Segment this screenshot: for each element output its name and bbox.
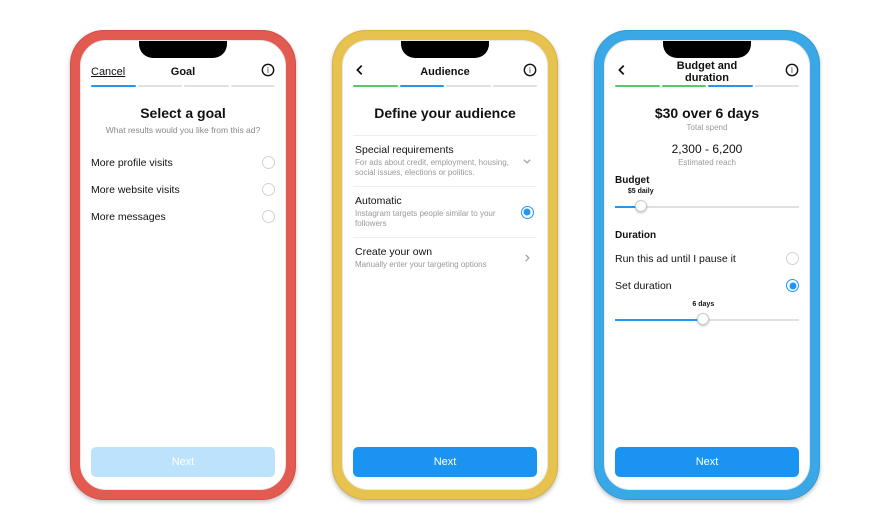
duration-option-set[interactable]: Set duration — [615, 272, 799, 299]
row-desc: Instagram targets people similar to your… — [355, 209, 519, 229]
content-goal: Select a goal What results would you lik… — [81, 93, 285, 439]
radio-icon — [262, 156, 275, 169]
option-label: Run this ad until I pause it — [615, 253, 736, 265]
heading: $30 over 6 days — [615, 105, 799, 121]
audience-row-automatic[interactable]: Automatic Instagram targets people simil… — [353, 186, 537, 237]
row-title: Special requirements — [355, 144, 519, 156]
goal-option-label: More profile visits — [91, 157, 173, 169]
next-button[interactable]: Next — [615, 447, 799, 477]
notch — [139, 40, 227, 58]
screen-budget: Budget and duration i $30 over 6 days To… — [604, 40, 810, 490]
next-button[interactable]: Next — [91, 447, 275, 477]
chevron-right-icon — [519, 253, 535, 263]
radio-icon — [262, 183, 275, 196]
heading: Select a goal — [91, 105, 275, 121]
option-label: Set duration — [615, 280, 672, 292]
svg-text:i: i — [791, 65, 794, 74]
info-icon[interactable]: i — [523, 63, 537, 82]
footer-audience: Next — [343, 439, 547, 489]
duration-slider-value: 6 days — [692, 301, 714, 308]
radio-icon — [262, 210, 275, 223]
progress-goal — [81, 85, 285, 93]
page-title: Goal — [135, 66, 231, 78]
row-title: Create your own — [355, 246, 519, 258]
goal-option-label: More website visits — [91, 184, 180, 196]
goal-option-messages[interactable]: More messages — [91, 203, 275, 230]
back-button[interactable] — [353, 63, 367, 82]
slider-thumb[interactable] — [635, 200, 647, 212]
budget-label: Budget — [615, 175, 799, 186]
footer-goal: Next — [81, 439, 285, 489]
radio-icon — [786, 279, 799, 292]
radio-icon — [519, 206, 535, 219]
audience-row-special[interactable]: Special requirements For ads about credi… — [353, 135, 537, 186]
page-title: Audience — [397, 66, 493, 78]
estimated-reach: 2,300 - 6,200 — [615, 142, 799, 156]
notch — [401, 40, 489, 58]
row-title: Automatic — [355, 195, 519, 207]
back-button[interactable] — [615, 63, 629, 82]
content-budget: $30 over 6 days Total spend 2,300 - 6,20… — [605, 93, 809, 439]
duration-option-pause[interactable]: Run this ad until I pause it — [615, 245, 799, 272]
goal-option-website-visits[interactable]: More website visits — [91, 176, 275, 203]
info-icon[interactable]: i — [785, 63, 799, 82]
budget-slider-value: $5 daily — [628, 188, 654, 195]
svg-text:i: i — [529, 65, 532, 74]
goal-option-profile-visits[interactable]: More profile visits — [91, 149, 275, 176]
screen-goal: Cancel Goal i Select a goal What results… — [80, 40, 286, 490]
content-audience: Define your audience Special requirement… — [343, 93, 547, 439]
progress-audience — [343, 85, 547, 93]
phone-audience: Audience i Define your audience Special … — [332, 30, 558, 500]
phone-budget: Budget and duration i $30 over 6 days To… — [594, 30, 820, 500]
estimated-reach-label: Estimated reach — [615, 158, 799, 167]
info-icon[interactable]: i — [261, 63, 275, 82]
chevron-down-icon — [519, 156, 535, 166]
row-desc: For ads about credit, employment, housin… — [355, 158, 519, 178]
progress-budget — [605, 85, 809, 93]
goal-options: More profile visits More website visits … — [91, 149, 275, 230]
svg-text:i: i — [267, 65, 270, 74]
slider-thumb[interactable] — [697, 313, 709, 325]
phone-goal: Cancel Goal i Select a goal What results… — [70, 30, 296, 500]
cancel-button[interactable]: Cancel — [91, 66, 125, 78]
notch — [663, 40, 751, 58]
next-button[interactable]: Next — [353, 447, 537, 477]
heading: Define your audience — [353, 105, 537, 121]
duration-label: Duration — [615, 230, 799, 241]
subheading: What results would you like from this ad… — [91, 125, 275, 135]
total-spend-label: Total spend — [615, 123, 799, 132]
row-desc: Manually enter your targeting options — [355, 260, 519, 270]
budget-slider[interactable]: $5 daily — [615, 196, 799, 222]
duration-slider[interactable]: 6 days — [615, 309, 799, 335]
audience-row-create-own[interactable]: Create your own Manually enter your targ… — [353, 237, 537, 278]
page-title: Budget and duration — [659, 60, 755, 84]
screen-audience: Audience i Define your audience Special … — [342, 40, 548, 490]
radio-icon — [786, 252, 799, 265]
footer-budget: Next — [605, 439, 809, 489]
goal-option-label: More messages — [91, 211, 166, 223]
